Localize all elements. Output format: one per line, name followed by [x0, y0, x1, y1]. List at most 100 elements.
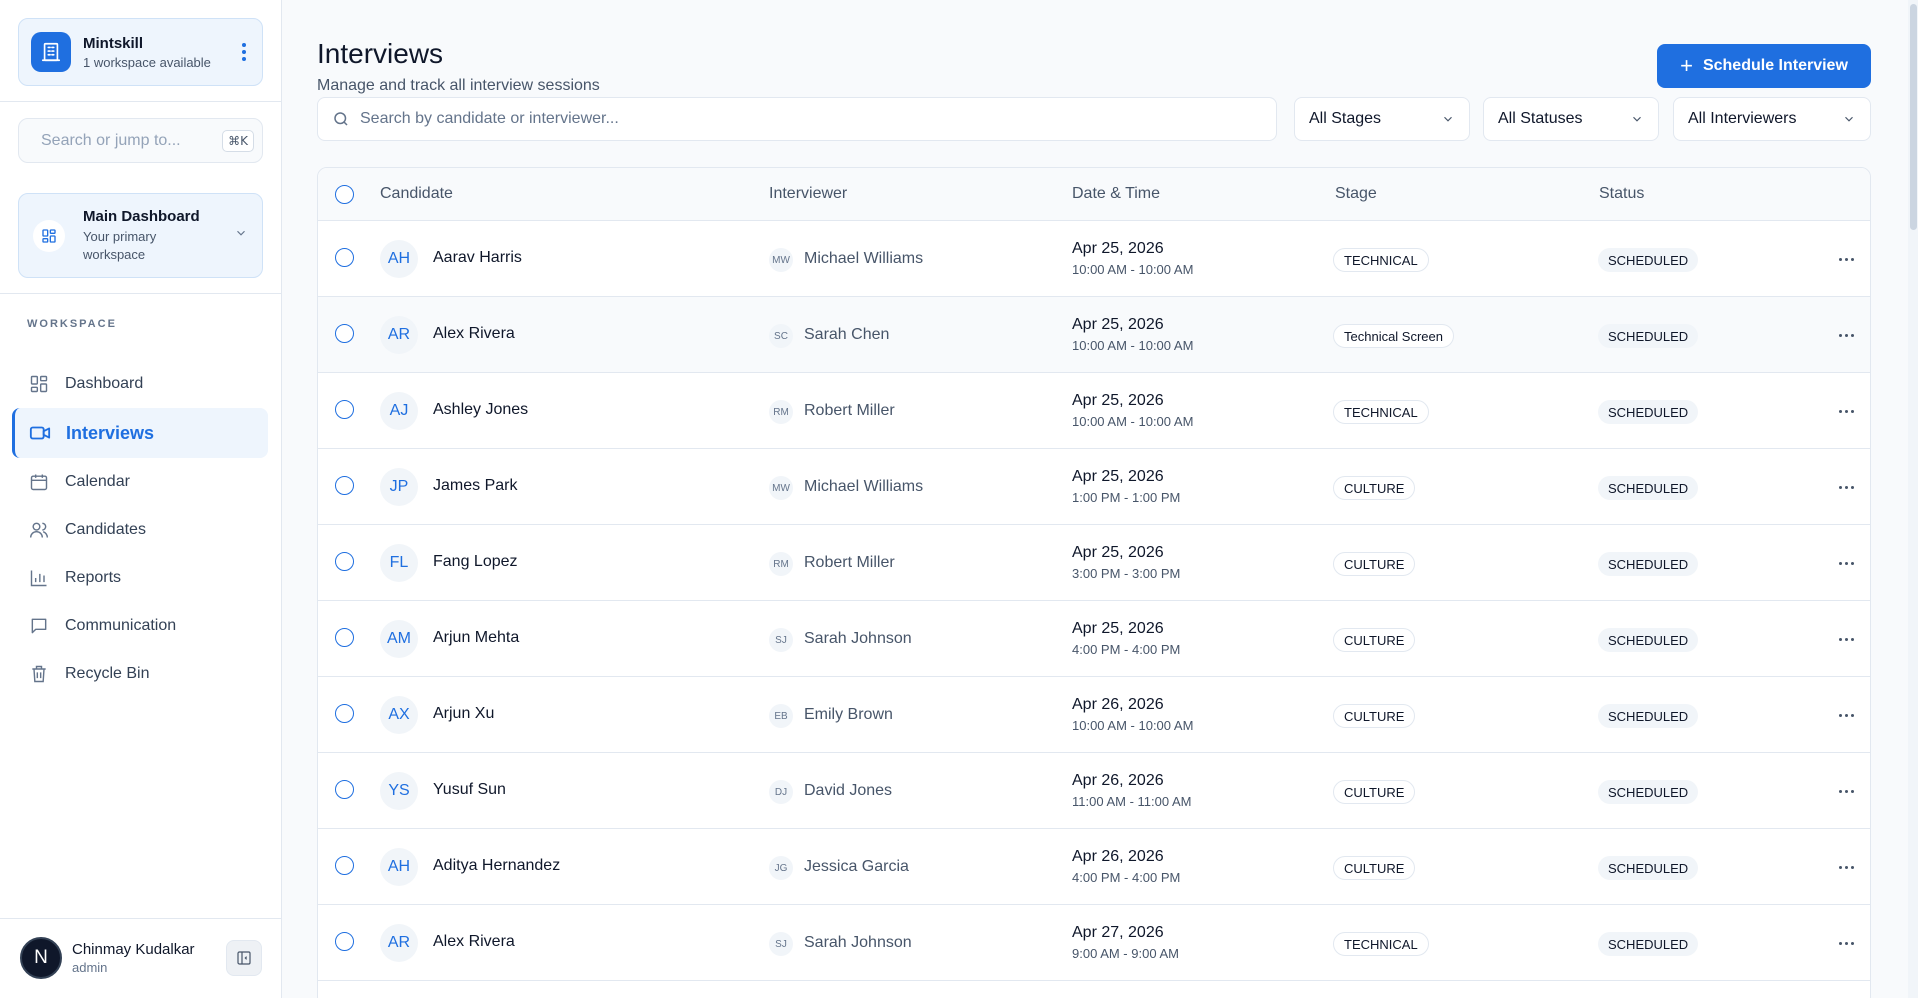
collapse-sidebar-button[interactable]	[226, 940, 262, 976]
interviewer-name: Emily Brown	[804, 706, 893, 723]
sidebar-item-label: Recycle Bin	[65, 665, 150, 682]
candidate-avatar: AM	[380, 620, 418, 658]
row-checkbox[interactable]	[335, 628, 354, 647]
table-row[interactable]: AR Alex Rivera SC Sarah Chen Apr 25, 202…	[318, 297, 1870, 373]
more-actions-icon[interactable]	[1834, 399, 1858, 423]
sidebar-item-reports[interactable]: Reports	[12, 554, 268, 602]
workspace-switcher[interactable]: Mintskill 1 workspace available	[18, 18, 263, 86]
stage-badge: CULTURE	[1333, 628, 1416, 652]
column-header-status[interactable]: Status	[1599, 185, 1644, 203]
interviewer-name: Robert Miller	[804, 554, 895, 571]
row-checkbox[interactable]	[335, 780, 354, 799]
table-row[interactable]: AH Aditya Hernandez JG Jessica Garcia Ap…	[318, 829, 1870, 905]
interviewer-avatar: SC	[769, 324, 793, 348]
candidate-name[interactable]: Alex Rivera	[433, 325, 515, 343]
candidate-avatar: AH	[380, 848, 418, 886]
candidate-name[interactable]: Arjun Mehta	[433, 629, 519, 647]
interview-date: Apr 25, 2026	[1072, 392, 1164, 409]
sidebar-item-label: Calendar	[65, 473, 130, 490]
candidate-name[interactable]: Alex Rivera	[433, 933, 515, 951]
row-checkbox[interactable]	[335, 552, 354, 571]
row-checkbox[interactable]	[335, 932, 354, 951]
stage-filter-select[interactable]: All Stages	[1294, 97, 1470, 141]
candidate-avatar: JP	[380, 468, 418, 506]
more-actions-icon[interactable]	[1834, 247, 1858, 271]
row-checkbox[interactable]	[335, 400, 354, 419]
dashboard-subtitle: Your primary workspace	[83, 228, 157, 262]
jump-search[interactable]: Search or jump to... ⌘K	[18, 118, 263, 163]
more-actions-icon[interactable]	[1834, 931, 1858, 955]
sidebar-item-interviews[interactable]: Interviews	[12, 408, 268, 458]
candidate-avatar: AX	[380, 696, 418, 734]
candidate-name[interactable]: James Park	[433, 477, 517, 495]
stage-badge: TECHNICAL	[1333, 248, 1429, 272]
kebab-menu-icon[interactable]	[238, 39, 250, 65]
table-row[interactable]: AJ Ashley Jones RM Robert Miller Apr 25,…	[318, 373, 1870, 449]
row-checkbox[interactable]	[335, 704, 354, 723]
interview-time: 4:00 PM - 4:00 PM	[1072, 870, 1181, 885]
interview-date: Apr 25, 2026	[1072, 468, 1164, 485]
status-badge: SCHEDULED	[1598, 400, 1699, 424]
status-badge: SCHEDULED	[1598, 780, 1699, 804]
table-row[interactable]: JP James Park MW Michael Williams Apr 25…	[318, 449, 1870, 525]
candidate-name[interactable]: Arjun Xu	[433, 705, 494, 723]
table-row[interactable]: YS Yusuf Sun DJ David Jones Apr 26, 2026…	[318, 753, 1870, 829]
table-row[interactable]: FL Fang Lopez RM Robert Miller Apr 25, 2…	[318, 525, 1870, 601]
sidebar-item-dashboard[interactable]: Dashboard	[12, 360, 268, 408]
table-row[interactable]: AH Aarav Harris MW Michael Williams Apr …	[318, 221, 1870, 297]
candidate-name[interactable]: Ashley Jones	[433, 401, 528, 419]
candidate-name[interactable]: Yusuf Sun	[433, 781, 506, 799]
candidate-avatar: AR	[380, 924, 418, 962]
interviewer-name: David Jones	[804, 782, 893, 799]
interviewer-name: Sarah Johnson	[804, 934, 912, 951]
column-header-interviewer[interactable]: Interviewer	[769, 185, 847, 203]
more-actions-icon[interactable]	[1834, 551, 1858, 575]
interview-time: 10:00 AM - 10:00 AM	[1072, 262, 1194, 277]
chevron-down-icon[interactable]	[234, 226, 248, 245]
sidebar-item-calendar[interactable]: Calendar	[12, 458, 268, 506]
users-icon	[27, 518, 51, 542]
table-row[interactable]: AX Arjun Xu EB Emily Brown Apr 26, 2026 …	[318, 677, 1870, 753]
column-header-stage[interactable]: Stage	[1335, 185, 1377, 203]
more-actions-icon[interactable]	[1834, 703, 1858, 727]
row-checkbox[interactable]	[335, 476, 354, 495]
candidate-name[interactable]: Aarav Harris	[433, 249, 522, 267]
sidebar-item-candidates[interactable]: Candidates	[12, 506, 268, 554]
search-input[interactable]	[360, 110, 1276, 128]
interviewer-avatar: RM	[769, 400, 793, 424]
stage-badge: CULTURE	[1333, 552, 1416, 576]
interviewer-filter-select[interactable]: All Interviewers	[1673, 97, 1871, 141]
column-header-datetime[interactable]: Date & Time	[1072, 185, 1160, 203]
nav-section-label: WORKSPACE	[27, 318, 117, 330]
interviewer-name: Michael Williams	[804, 250, 924, 267]
dashboard-switcher[interactable]: Main Dashboard Your primary workspace	[18, 193, 263, 278]
table-row[interactable]: AM Arjun Mehta SJ Sarah Johnson Apr 25, …	[318, 601, 1870, 677]
row-checkbox[interactable]	[335, 248, 354, 267]
status-badge: SCHEDULED	[1598, 704, 1699, 728]
candidate-name[interactable]: Fang Lopez	[433, 553, 518, 571]
row-checkbox[interactable]	[335, 324, 354, 343]
table-row[interactable]: AR Alex Rivera SJ Sarah Johnson Apr 27, …	[318, 905, 1870, 981]
divider	[0, 101, 282, 102]
more-actions-icon[interactable]	[1834, 475, 1858, 499]
more-actions-icon[interactable]	[1834, 323, 1858, 347]
search-bar[interactable]	[317, 97, 1277, 141]
building-icon	[31, 32, 71, 72]
more-actions-icon[interactable]	[1834, 779, 1858, 803]
user-role: admin	[72, 960, 108, 975]
sidebar-item-label: Reports	[65, 569, 122, 586]
select-all-checkbox[interactable]	[335, 185, 354, 204]
column-header-candidate[interactable]: Candidate	[380, 185, 453, 203]
scrollbar-thumb[interactable]	[1910, 4, 1917, 230]
row-checkbox[interactable]	[335, 856, 354, 875]
sidebar-item-label: Interviews	[66, 422, 155, 443]
more-actions-icon[interactable]	[1834, 627, 1858, 651]
status-filter-select[interactable]: All Statuses	[1483, 97, 1659, 141]
user-profile[interactable]: N Chinmay Kudalkar admin	[0, 918, 282, 998]
interviewer-avatar: SJ	[769, 628, 793, 652]
schedule-interview-button[interactable]: + Schedule Interview	[1657, 44, 1871, 88]
sidebar-item-recycle-bin[interactable]: Recycle Bin	[12, 650, 268, 698]
candidate-name[interactable]: Aditya Hernandez	[433, 857, 560, 875]
sidebar-item-communication[interactable]: Communication	[12, 602, 268, 650]
more-actions-icon[interactable]	[1834, 855, 1858, 879]
